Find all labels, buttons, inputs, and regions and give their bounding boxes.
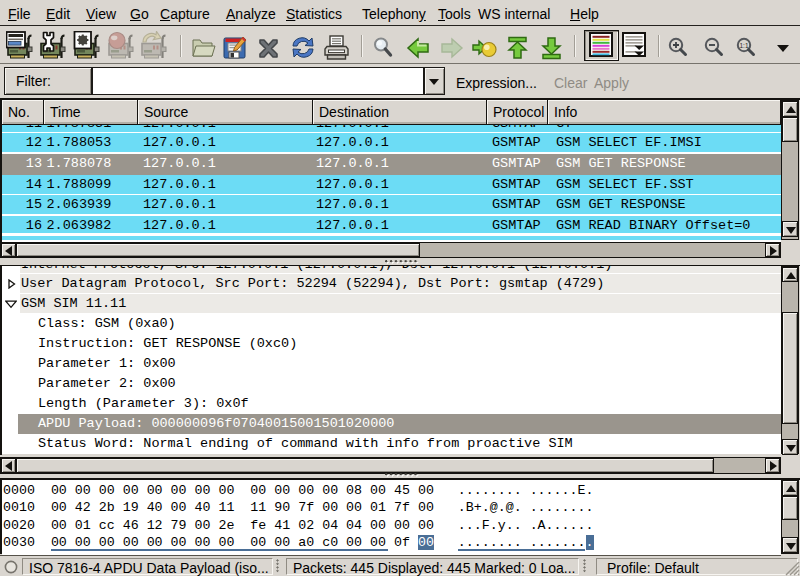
- svg-text:1:1: 1:1: [739, 42, 748, 49]
